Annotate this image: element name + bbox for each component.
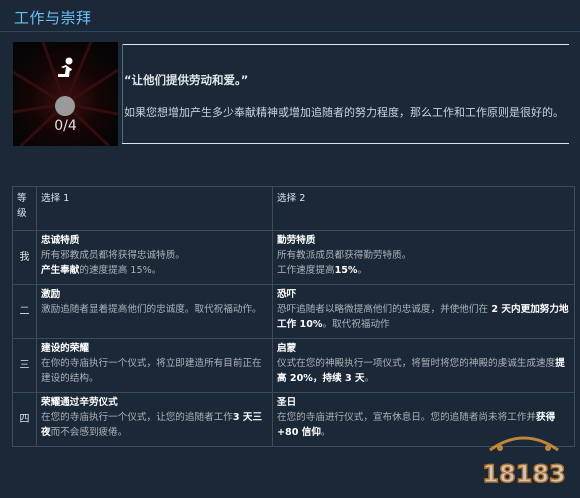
option-title: 恐吓 <box>277 289 297 300</box>
table-row: 三 建设的荣耀 在你的寺庙执行一个仪式，将立即建造所有目前正在建设的结构。 启蒙… <box>12 338 575 393</box>
option-effect-highlight: 产生奉献 <box>41 265 80 276</box>
option-title: 启蒙 <box>277 343 297 354</box>
option-1-cell: 忠诚特质 所有邪教成员都将获得忠诚特质。 产生奉献的速度提高 15%。 <box>36 230 273 285</box>
progress-count: 0/4 <box>54 118 77 134</box>
option-description: 所有邪教成员都将获得忠诚特质。 <box>41 250 185 261</box>
option-title: 荣耀通过辛劳仪式 <box>41 397 118 408</box>
rank-label: 二 <box>12 284 37 339</box>
site-watermark-logo: 18183 <box>482 436 567 489</box>
rank-label: 四 <box>12 392 37 447</box>
option-effect-prefix: 工作速度提高 <box>277 265 335 276</box>
header-option-2: 选择 2 <box>272 186 575 231</box>
option-description: 仪式在您的神殿执行一项仪式，将暂时将您的神殿的虔诚生成速度 <box>277 358 556 369</box>
progress-indicator <box>55 96 75 116</box>
option-2-cell: 勤劳特质 所有教派成员都获得勤劳特质。 工作速度提高15%。 <box>272 230 575 285</box>
upgrade-table: 等级 选择 1 选择 2 我 忠诚特质 所有邪教成员都将获得忠诚特质。 产生奉献… <box>12 186 575 447</box>
praying-figure-icon <box>58 57 73 77</box>
option-2-cell: 恐吓 恐吓追随者以略微提高他们的忠诚度，并使他们在 2 天内更加努力地工作 10… <box>272 284 575 339</box>
feature-card: 0/4 <box>13 42 118 146</box>
feature-quote: “让他们提供劳动和爱。” <box>124 73 249 87</box>
header-option-1: 选择 1 <box>36 186 273 231</box>
option-description: 激励追随者显着提高他们的忠诚度。取代祝福动作。 <box>41 304 262 315</box>
rank-label: 三 <box>12 338 37 393</box>
description-top-rule <box>122 44 569 45</box>
rank-label: 我 <box>12 230 37 285</box>
table-header-row: 等级 选择 1 选择 2 <box>12 186 575 231</box>
option-title: 建设的荣耀 <box>41 343 89 354</box>
option-effect-suffix: 。取代祝福动作 <box>322 319 390 330</box>
option-title: 圣日 <box>277 397 297 408</box>
feature-description: 如果您想增加产生多少奉献精神或增加追随者的努力程度，那么工作和工作原则是很好的。 <box>124 106 564 119</box>
option-effect-suffix: 的速度提高 15%。 <box>79 265 162 276</box>
header-rank: 等级 <box>12 186 37 231</box>
option-effect-suffix: 。 <box>364 373 375 384</box>
option-title: 勤劳特质 <box>277 235 316 246</box>
svg-text:18183: 18183 <box>482 460 566 488</box>
option-effect-suffix: 而不会感到疲倦。 <box>50 427 128 438</box>
option-description: 在你的寺庙执行一个仪式，将立即建造所有目前正在建设的结构。 <box>41 358 262 384</box>
section-title: 工作与崇拜 <box>14 9 92 27</box>
option-2-cell: 启蒙 仪式在您的神殿执行一项仪式，将暂时将您的神殿的虔诚生成速度提高 20%，持… <box>272 338 575 393</box>
option-description: 所有教派成员都获得勤劳特质。 <box>277 250 412 261</box>
option-description: 恐吓追随者以略微提高他们的忠诚度，并使他们在 <box>277 304 489 315</box>
description-left-rule <box>122 44 123 144</box>
option-title: 激励 <box>41 289 61 300</box>
option-1-cell: 激励 激励追随者显着提高他们的忠诚度。取代祝福动作。 <box>36 284 273 339</box>
option-title: 忠诚特质 <box>41 235 80 246</box>
title-divider <box>0 31 580 32</box>
table-row: 二 激励 激励追随者显着提高他们的忠诚度。取代祝福动作。 恐吓 恐吓追随者以略微… <box>12 284 575 339</box>
option-description: 在您的寺庙执行一个仪式，让您的追随者工作 <box>41 412 233 423</box>
option-1-cell: 荣耀通过辛劳仪式 在您的寺庙执行一个仪式，让您的追随者工作3 天三夜而不会感到疲… <box>36 392 273 447</box>
option-effect-suffix: 。 <box>357 265 368 276</box>
option-effect-highlight: 15% <box>334 265 358 276</box>
option-1-cell: 建设的荣耀 在你的寺庙执行一个仪式，将立即建造所有目前正在建设的结构。 <box>36 338 273 393</box>
table-row: 我 忠诚特质 所有邪教成员都将获得忠诚特质。 产生奉献的速度提高 15%。 勤劳… <box>12 230 575 285</box>
description-bottom-rule <box>122 143 569 144</box>
option-description: 在您的寺庙进行仪式，宣布休息日。您的追随者尚未将工作并 <box>277 412 537 423</box>
option-effect-suffix: 。 <box>320 427 331 438</box>
